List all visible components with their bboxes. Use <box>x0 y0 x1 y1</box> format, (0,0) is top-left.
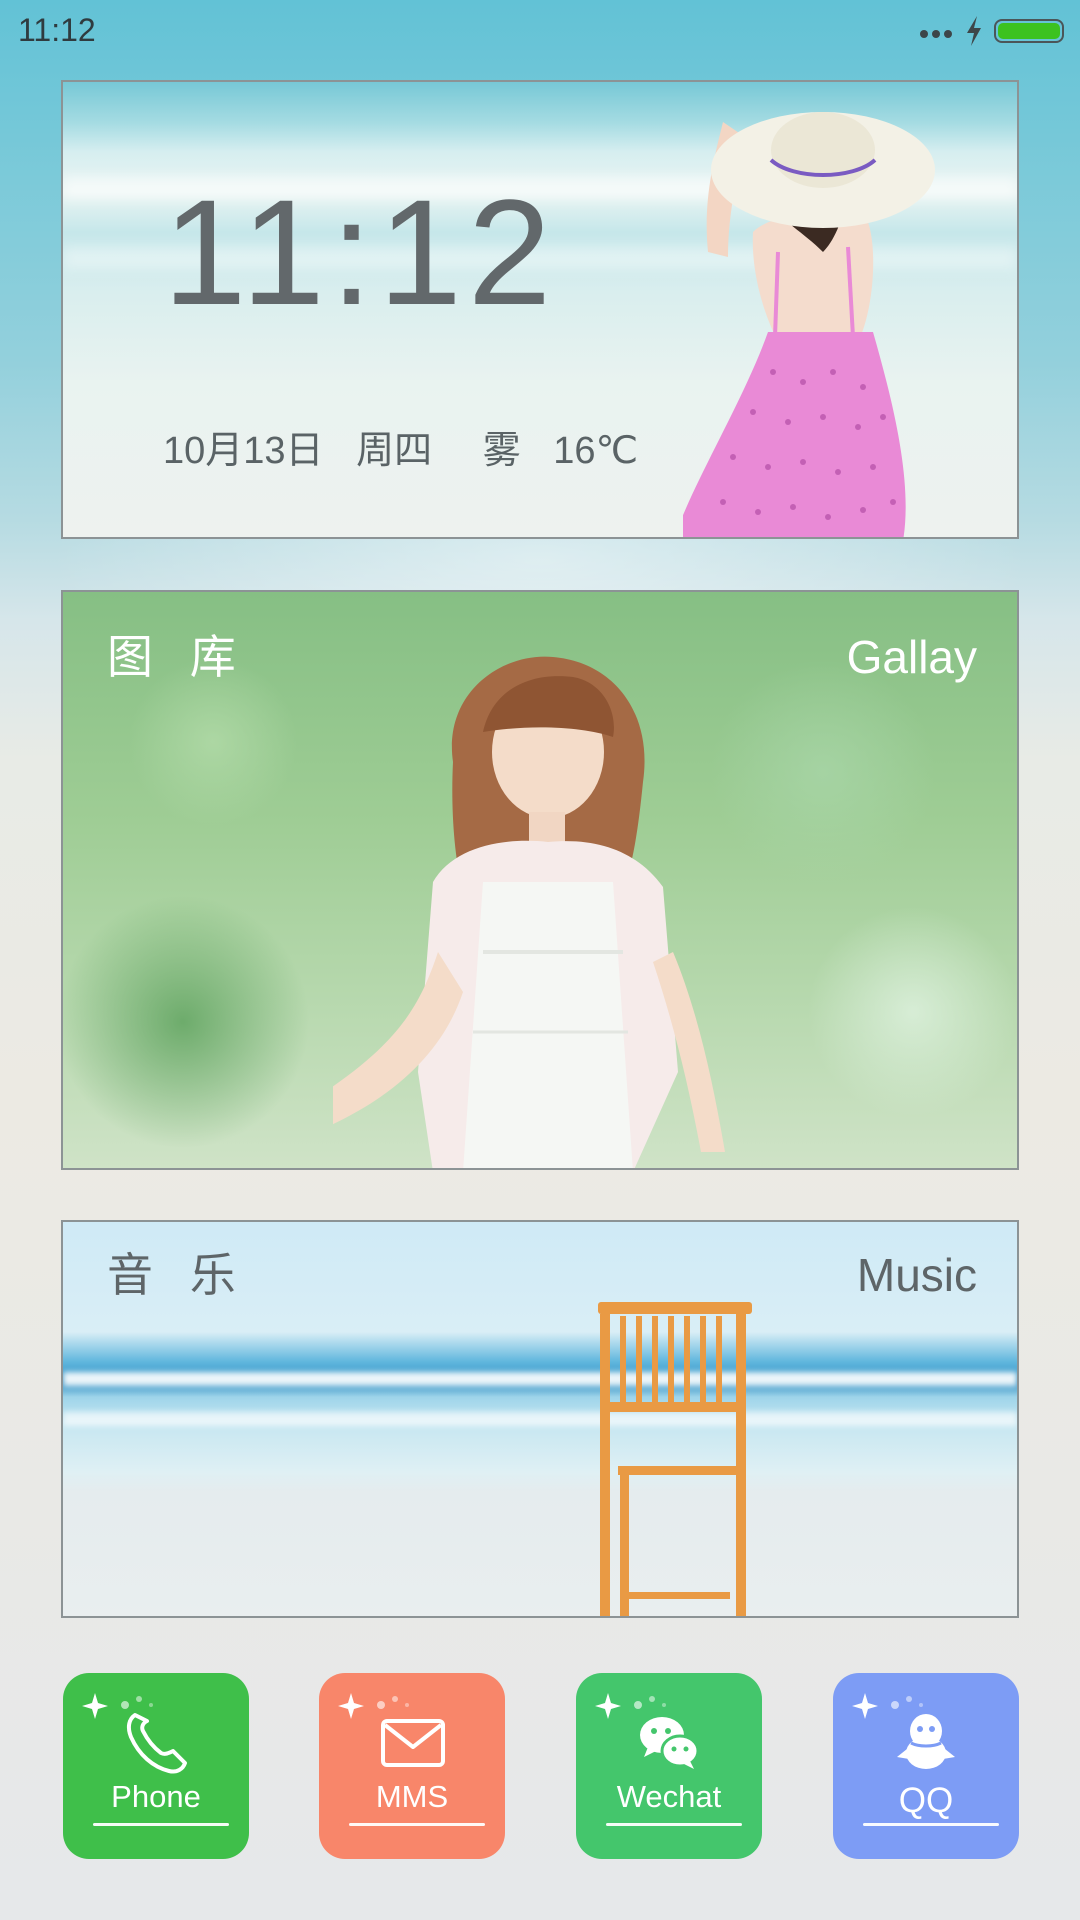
weather-text: 雾 <box>482 430 521 472</box>
date-text: 10月13日 <box>163 430 324 472</box>
status-icons <box>918 14 1064 48</box>
qq-app-button[interactable]: QQ <box>833 1673 1019 1859</box>
app-underline <box>606 1823 742 1826</box>
battery-fill <box>998 23 1060 39</box>
wave-line <box>63 1372 1017 1386</box>
music-widget[interactable]: 音 乐 Music <box>61 1220 1019 1618</box>
app-label: MMS <box>375 1779 449 1814</box>
status-time: 11:12 <box>18 12 96 48</box>
wave-line <box>63 1412 1017 1426</box>
gallery-photo <box>333 656 725 1168</box>
mms-app-button[interactable]: MMS <box>319 1673 505 1859</box>
charging-icon <box>967 16 981 46</box>
phone-app-button[interactable]: Phone <box>63 1673 249 1859</box>
music-title-cn: 音 乐 <box>107 1249 248 1301</box>
app-underline <box>349 1823 485 1826</box>
temperature-text: 16℃ <box>553 430 639 472</box>
app-underline <box>863 1823 999 1826</box>
wechat-app-button[interactable]: Wechat <box>576 1673 762 1859</box>
clock-time: 11:12 <box>163 168 558 336</box>
chair-photo <box>598 1302 752 1616</box>
wechat-icon <box>640 1717 700 1769</box>
music-title-en: Music <box>856 1249 977 1301</box>
qq-penguin-icon <box>897 1714 955 1769</box>
clock-weather-widget[interactable]: 11:12 10月13日 周四 雾 16℃ <box>61 80 1019 539</box>
more-dots-icon <box>920 30 952 38</box>
app-label: Phone <box>111 1779 201 1814</box>
gallery-widget[interactable]: 图 库 Gallay <box>61 590 1019 1170</box>
envelope-icon <box>381 1719 445 1767</box>
weekday-text: 周四 <box>356 430 433 472</box>
date-weather-line: 10月13日 周四 雾 16℃ <box>163 419 660 474</box>
app-underline <box>93 1823 229 1826</box>
app-label: Wechat <box>616 1779 722 1814</box>
gallery-title-cn: 图 库 <box>107 631 248 683</box>
gallery-title-en: Gallay <box>846 631 977 683</box>
status-bar: 11:12 <box>0 0 1080 64</box>
hat-girl-photo <box>683 112 935 537</box>
phone-icon <box>126 1713 187 1774</box>
app-label: QQ <box>898 1781 954 1820</box>
battery-icon <box>994 19 1064 43</box>
